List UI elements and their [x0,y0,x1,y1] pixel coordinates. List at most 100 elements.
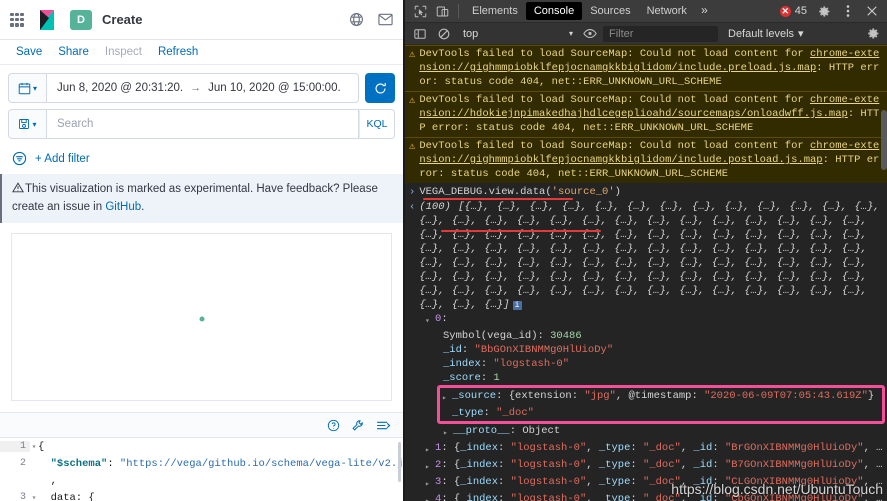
console-log-area[interactable]: ⚠ DevTools failed to load SourceMap: Coul… [405,45,887,501]
share-button[interactable]: Share [58,46,89,58]
triangle-right-icon[interactable]: ▸ [442,389,452,406]
proto-row[interactable]: ▸ __proto__: Object [425,424,887,441]
refresh-query-button[interactable] [365,73,395,103]
console-warning-message: ⚠ DevTools failed to load SourceMap: Coul… [405,45,887,91]
help-circle-icon[interactable] [349,12,364,27]
separator: : [712,442,725,454]
gear-icon[interactable] [813,0,835,22]
separator: , [586,442,599,454]
separator: , [863,476,877,488]
command-suffix: ) [614,186,621,198]
tab-network[interactable]: Network [639,2,695,20]
separator: : [498,459,511,471]
row-ellipsis: … [876,459,883,471]
triangle-right-icon[interactable]: ▸ [425,458,435,475]
tab-sources[interactable]: Sources [582,2,638,20]
search-placeholder: Search [57,118,94,130]
more-tabs-button[interactable]: » [695,4,714,18]
array-item-row[interactable]: ▸ 3: {_index: "logstash-0", _type: "_doc"… [425,475,887,492]
key-type: _type [598,476,631,488]
save-query-icon[interactable]: ▾ [8,109,46,139]
array-items-preview: [{…}, {…}, {…}, {…}, {…}, {…}, {…}, {…},… [419,201,880,311]
proto-value: Object [522,425,561,437]
line-number: 1 [0,441,30,452]
property-separator: : [480,358,494,370]
array-preview[interactable]: (100) [{…}, {…}, {…}, {…}, {…}, {…}, {…}… [419,200,879,312]
execution-context-selector[interactable]: top ▾ [457,28,577,40]
highlighted-source-block: ▸ _source: {extension: "jpg", @timestamp:… [437,385,885,424]
error-count-badge[interactable]: ✕ 45 [779,5,807,17]
triangle-down-icon[interactable]: ▾ [425,312,435,329]
code-segment: data: { [38,491,95,501]
search-input[interactable]: Search [46,109,359,139]
separator: : { [441,442,461,454]
vega-spec-code[interactable]: 1 ▾{2 "$schema": "https://vega/github.io/… [0,437,403,501]
info-badge-icon[interactable]: i [512,301,522,310]
close-icon[interactable] [861,0,883,22]
device-toolbar-icon[interactable] [431,0,453,22]
array-item-row[interactable]: ▸4: {_index: "logstash-0", _type: "_doc"… [425,492,887,501]
inspect-element-icon[interactable] [409,0,431,22]
console-scrollbar[interactable] [881,110,887,170]
key-type: _type [598,459,631,471]
command-prefix: VEGA_DEBUG.view.data( [419,186,552,198]
mail-icon[interactable] [378,13,393,26]
triangle-right-icon[interactable]: ▸ [425,492,435,501]
save-button[interactable]: Save [16,46,42,58]
query-language-button[interactable]: KQL [359,109,395,139]
message-text-part: DevTools failed to load SourceMap: Could… [419,94,810,106]
kibana-logo-icon [36,9,58,31]
vega-spec-editor-panel: 1 ▾{2 "$schema": "https://vega/github.io/… [0,412,403,501]
separator: , [586,493,599,501]
chevron-down-icon: ▾ [568,29,573,38]
code-line: , [0,472,403,489]
code-text: data: { [38,492,95,501]
chevron-down-icon: ▾ [798,28,804,40]
inspect-button[interactable]: Inspect [105,46,142,58]
value-index: "logstash-0" [510,459,587,471]
console-filter-input[interactable] [603,25,718,42]
wrench-icon[interactable] [351,419,365,432]
tab-elements[interactable]: Elements [464,2,526,20]
fold-arrow-icon[interactable]: ▾ [30,442,38,452]
array-item-row[interactable]: ▸ 2: {_index: "logstash-0", _type: "_doc"… [425,458,887,475]
kebab-menu-icon[interactable] [837,0,859,22]
property-separator: : [496,390,509,402]
calendar-icon[interactable]: ▾ [8,73,46,103]
property-separator: : [461,344,475,356]
vega-chart-canvas[interactable] [11,233,392,402]
refresh-button[interactable]: Refresh [158,46,198,58]
object-index-row[interactable]: ▾ 0: [425,312,887,329]
question-circle-icon[interactable] [327,419,340,432]
triangle-right-icon[interactable]: ▸ [443,424,453,441]
property-value: "logstash-0" [493,358,570,370]
array-item-row[interactable]: ▸ 1: {_index: "logstash-0", _type: "_doc"… [425,441,887,458]
live-expression-icon[interactable] [579,23,601,45]
context-label: top [463,27,479,40]
console-command-text: VEGA_DEBUG.view.data('source_0') [419,185,621,199]
editor-scrollbar[interactable] [398,442,401,482]
property-value-segment: {extension: [508,390,585,402]
collapse-panel-icon[interactable] [376,420,391,431]
tab-console[interactable]: Console [525,2,583,20]
log-levels-selector[interactable]: Default levels ▾ [728,27,804,41]
date-range-display[interactable]: Jun 8, 2020 @ 20:31:20. → Jun 10, 2020 @… [46,73,359,103]
property-key: _type [452,407,484,419]
github-link[interactable]: GitHub [105,201,141,213]
clear-console-icon[interactable] [433,23,455,45]
expanded-object-tree: ▾ 0: Symbol(vega_id): 30486 _id: "BbGOnXIB… [405,312,887,441]
page-title: Create [102,12,143,27]
add-filter-button[interactable]: + Add filter [35,153,90,165]
triangle-right-icon[interactable]: ▸ [425,475,435,492]
code-segment: , [38,474,57,487]
triangle-right-icon[interactable]: ▸ [425,441,435,458]
space-badge[interactable]: D [70,9,92,30]
console-command-line[interactable]: › VEGA_DEBUG.view.data('source_0') [405,183,887,200]
filter-icon[interactable] [12,151,27,166]
console-settings-gear-icon[interactable] [867,27,883,40]
console-sidebar-icon[interactable] [409,23,431,45]
fold-arrow-icon[interactable]: ▾ [30,493,38,501]
object-property-row: _index: "logstash-0" [443,357,887,371]
grid-apps-icon[interactable] [10,12,24,27]
code-segment: : [107,457,120,470]
